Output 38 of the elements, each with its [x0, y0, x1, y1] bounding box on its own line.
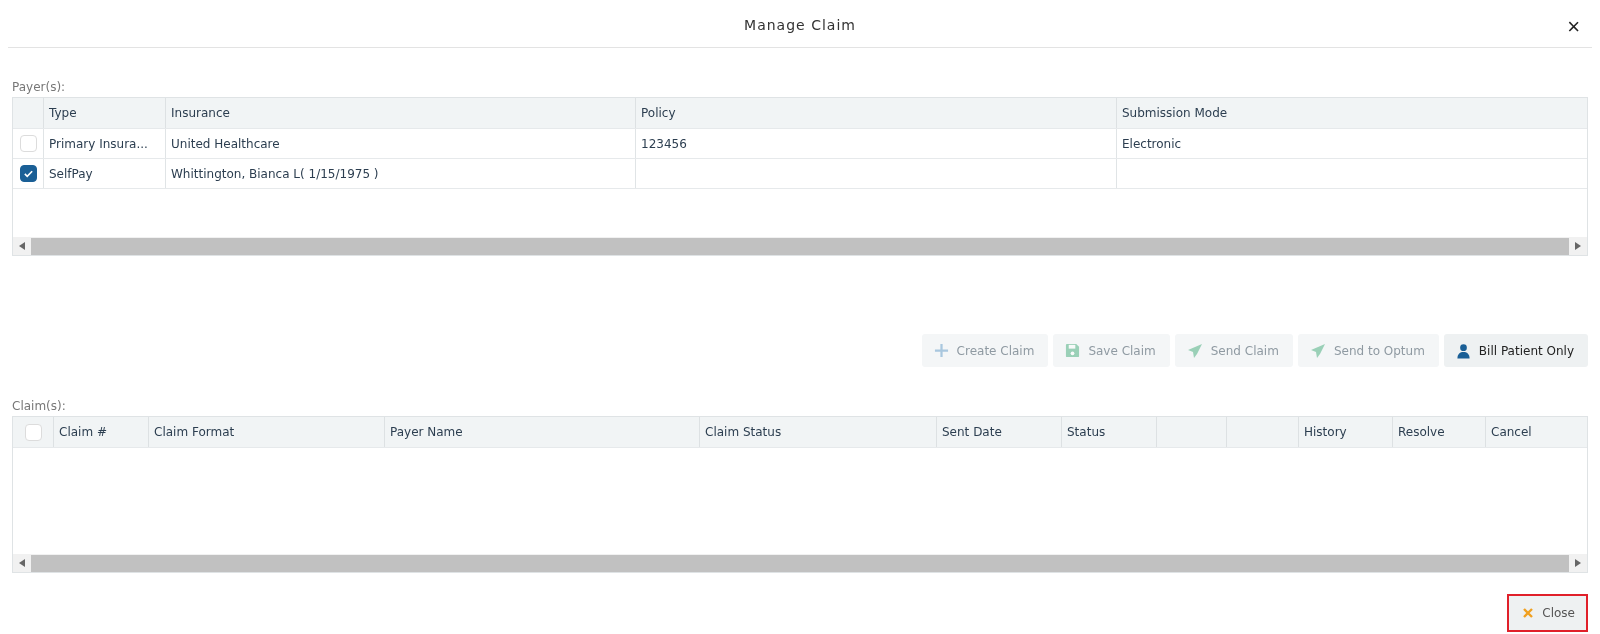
column-header: Status: [1067, 425, 1106, 439]
column-header: History: [1304, 425, 1347, 439]
table-cell: Whittington, Bianca L( 1/15/1975 ): [171, 166, 379, 181]
horizontal-scrollbar[interactable]: [13, 237, 1587, 255]
column-header: Cancel: [1491, 425, 1532, 439]
paper-plane-icon: [1309, 342, 1326, 359]
table-cell: SelfPay: [49, 166, 93, 181]
select-all-checkbox[interactable]: [24, 423, 42, 441]
scroll-right-icon[interactable]: [1575, 242, 1581, 250]
close-icon: [1522, 607, 1535, 619]
column-header: Type: [49, 106, 77, 120]
column-header: Claim Format: [154, 425, 235, 439]
horizontal-scrollbar[interactable]: [13, 554, 1587, 572]
bill-patient-button[interactable]: Bill Patient Only: [1443, 334, 1588, 367]
dialog-title: Manage Claim: [744, 17, 856, 33]
table-cell: United Healthcare: [171, 136, 280, 151]
scroll-right-icon[interactable]: [1575, 559, 1581, 567]
section-label: Claim(s):: [12, 399, 67, 413]
table-cell: Electronic: [1122, 136, 1182, 151]
column-header: Insurance: [171, 106, 230, 120]
section-label: Payer(s):: [12, 80, 67, 94]
column-header: Sent Date: [942, 425, 1002, 439]
column-header: Policy: [641, 106, 676, 120]
paper-plane-icon: [1186, 342, 1203, 359]
person-icon: [1455, 342, 1471, 359]
scroll-left-icon[interactable]: [19, 559, 25, 567]
scroll-left-icon[interactable]: [19, 242, 25, 250]
column-header: Payer Name: [390, 425, 463, 439]
table-cell: Primary Insura...: [49, 136, 148, 151]
column-header: Claim #: [59, 425, 107, 439]
column-header: Claim Status: [705, 425, 782, 439]
check-icon: [22, 168, 34, 179]
plus-icon: [933, 343, 949, 358]
checkbox[interactable]: [19, 165, 37, 182]
column-header: Resolve: [1398, 425, 1445, 439]
table-cell: 123456: [641, 136, 687, 151]
close-button[interactable]: Close: [1508, 595, 1587, 631]
column-header: Submission Mode: [1122, 106, 1228, 120]
